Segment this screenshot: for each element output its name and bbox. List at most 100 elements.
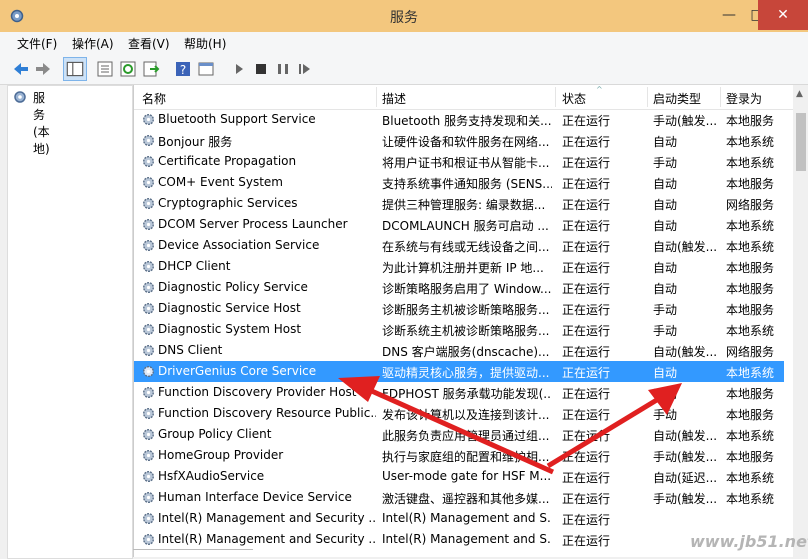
scroll-up-arrow-icon[interactable]: ▲ [796,89,803,99]
service-row[interactable]: Diagnostic System Host 诊断系统主机被诊断策略服务... 正在… [134,319,784,340]
service-description: DCOMLAUNCH 服务可启动 ... [382,219,549,233]
service-description: 执行与家庭组的配置和维护相... [382,450,550,464]
menu-view[interactable]: 查看(V) [128,35,170,52]
vertical-scrollbar[interactable]: ▲ [793,85,808,557]
column-divider[interactable] [647,87,648,107]
list-icon[interactable] [95,59,115,79]
service-logon: 本地系统 [726,135,775,149]
service-status: 正在运行 [562,261,611,275]
service-description: 此服务负责应用管理员通过组... [382,429,550,443]
service-startup-type: 自动 [653,219,678,233]
column-divider[interactable] [720,87,721,107]
service-row[interactable]: DCOM Server Process Launcher DCOMLAUNCH 服… [134,214,784,235]
close-button[interactable]: ✕ [758,0,808,30]
service-status: 正在运行 [562,135,611,149]
service-gear-icon [142,449,155,462]
service-gear-icon [142,197,155,210]
service-gear-icon [142,344,155,357]
service-startup-type: 自动 [653,261,678,275]
service-gear-icon [142,218,155,231]
services-list: 名称 描述 状态 ^ 启动类型 登录为 Bluetooth Support Se… [133,85,794,557]
service-gear-icon [142,533,155,546]
forward-icon[interactable] [33,59,53,79]
service-row[interactable]: HomeGroup Provider 执行与家庭组的配置和维护相... 正在运行 手动… [134,445,784,466]
help-icon[interactable]: ? [173,59,193,79]
service-row-selected[interactable]: DriverGenius Core Service 驱动精灵核心服务，提供驱动..… [134,361,784,382]
service-row[interactable]: Bluetooth Support Service Bluetooth 服务支持发… [134,109,784,130]
refresh-icon[interactable] [118,59,138,79]
service-description: 为此计算机注册并更新 IP 地... [382,261,544,275]
service-row[interactable]: Cryptographic Services 提供三种管理服务: 编录数据... 正… [134,193,784,214]
service-row[interactable]: Certificate Propagation 将用户证书和根证书从智能卡... 正… [134,151,784,172]
service-name: Bonjour 服务 [158,135,233,149]
service-description: 诊断策略服务启用了 Window... [382,282,552,296]
scrollbar-thumb[interactable] [796,113,806,171]
service-logon: 本地服务 [726,261,775,275]
service-startup-type: 自动(延迟... [653,471,717,485]
service-name: Intel(R) Management and Security ... [158,532,376,546]
service-startup-type: 手动 [653,303,678,317]
service-row[interactable]: Intel(R) Management and Security ... Inte… [134,508,784,529]
service-name: DHCP Client [158,259,231,273]
service-row[interactable]: COM+ Event System 支持系统事件通知服务 (SENS... 正在运行… [134,172,784,193]
service-logon: 本地系统 [726,471,775,485]
service-status: 正在运行 [562,156,611,170]
column-logon-as[interactable]: 登录为 [726,90,762,107]
service-row[interactable]: Function Discovery Resource Public... 发布该… [134,403,784,424]
service-description: DNS 客户端服务(dnscache)... [382,345,550,359]
export-icon[interactable] [141,59,161,79]
tree-node-label: 服务(本地) [33,91,50,156]
service-status: 正在运行 [562,492,611,506]
service-name: Group Policy Client [158,427,272,441]
service-status: 正在运行 [562,408,611,422]
service-description: 诊断系统主机被诊断策略服务... [382,324,550,338]
service-name: Diagnostic Service Host [158,301,301,315]
restart-icon[interactable] [295,59,315,79]
service-gear-icon [142,239,155,252]
service-gear-icon [142,470,155,483]
service-startup-type: 手动 [653,324,678,338]
window-title: 服务 [390,10,418,26]
service-row[interactable]: HsfXAudioService User-mode gate for HSF M… [134,466,784,487]
column-name[interactable]: 名称 [142,90,166,107]
service-status: 正在运行 [562,303,611,317]
service-logon: 本地系统 [726,324,775,338]
back-icon[interactable] [11,59,31,79]
service-row[interactable]: Function Discovery Provider Host FDPHOST … [134,382,784,403]
service-name: Diagnostic Policy Service [158,280,308,294]
services-gear-icon [14,91,26,103]
service-status: 正在运行 [562,345,611,359]
menu-file[interactable]: 文件(F) [17,35,57,52]
console-tree-icon[interactable] [63,57,87,81]
menu-help[interactable]: 帮助(H) [184,35,226,52]
column-startup-type[interactable]: 启动类型 [653,90,701,107]
column-status[interactable]: 状态 [562,90,586,107]
service-row[interactable]: Diagnostic Service Host 诊断服务主机被诊断策略服务... 正… [134,298,784,319]
service-row[interactable]: Bonjour 服务 让硬件设备和软件服务在网络... 正在运行 自动 本地系统 [134,130,784,151]
service-row[interactable]: Group Policy Client 此服务负责应用管理员通过组... 正在运行 自… [134,424,784,445]
service-name: Diagnostic System Host [158,322,302,336]
column-description[interactable]: 描述 [382,90,406,107]
service-startup-type: 自动 [653,366,678,380]
menu-action[interactable]: 操作(A) [72,35,114,52]
service-row[interactable]: DNS Client DNS 客户端服务(dnscache)... 正在运行 自动(触… [134,340,784,361]
service-row[interactable]: DHCP Client 为此计算机注册并更新 IP 地... 正在运行 自动 本地服务 [134,256,784,277]
service-row[interactable]: Device Association Service 在系统与有线或无线设备之间.… [134,235,784,256]
title-bar: 服务 — □ ✕ [0,0,808,32]
play-icon[interactable] [229,59,249,79]
column-header: 名称 描述 状态 ^ 启动类型 登录为 [134,85,794,110]
service-row[interactable]: Diagnostic Policy Service 诊断策略服务启用了 Windo… [134,277,784,298]
service-status: 正在运行 [562,240,611,254]
pause-icon[interactable] [273,59,293,79]
service-name: DriverGenius Core Service [158,364,317,378]
service-startup-type: 自动(触发... [653,429,717,443]
properties-icon[interactable] [196,59,216,79]
stop-icon[interactable] [251,59,271,79]
toolbar: ? [0,54,808,85]
service-logon: 本地系统 [726,240,775,254]
column-divider[interactable] [555,87,556,107]
service-name: HomeGroup Provider [158,448,284,462]
service-row[interactable]: Intel(R) Management and Security ... Inte… [134,529,784,550]
column-divider[interactable] [376,87,377,107]
service-row[interactable]: Human Interface Device Service 激活键盘、遥控器和其… [134,487,784,508]
